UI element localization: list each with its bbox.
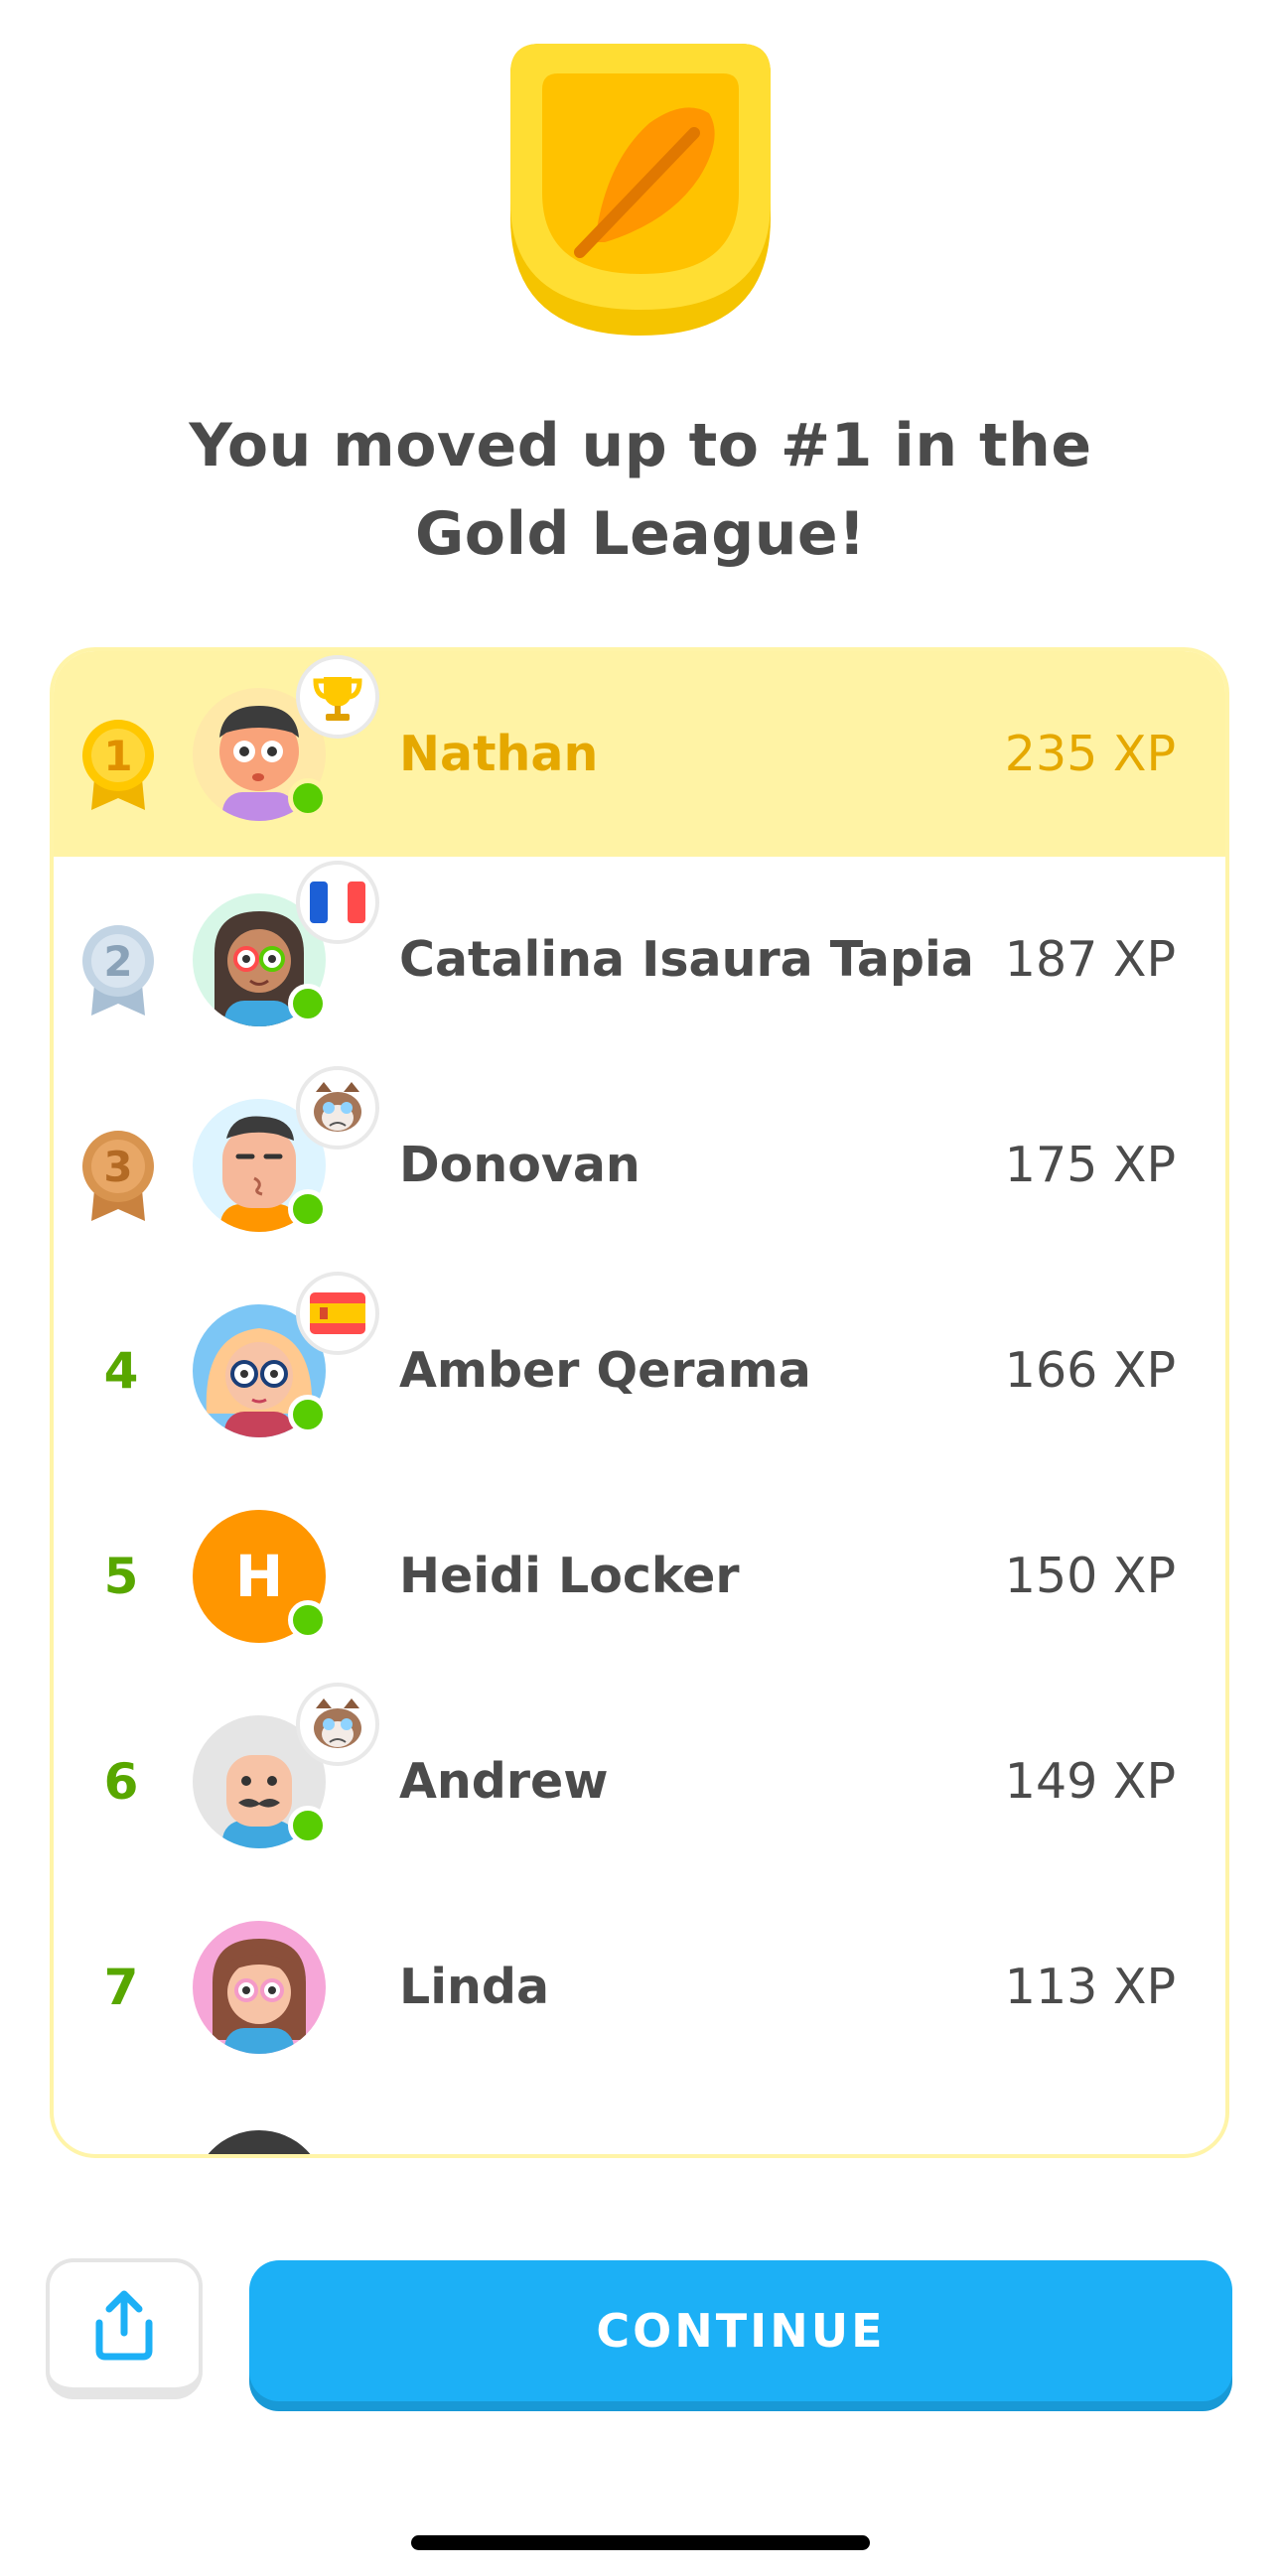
online-status-dot: [288, 1600, 328, 1640]
online-status-dot: [288, 778, 328, 818]
avatar: [193, 1921, 326, 2054]
leaderboard-row[interactable]: 7 Linda 113 XP: [54, 1884, 1225, 2090]
leaderboard-row[interactable]: 4 Amber Qerama 166 XP: [54, 1268, 1225, 1473]
user-xp: 175 XP: [1004, 1137, 1176, 1193]
spain-flag-icon: [296, 1272, 379, 1355]
user-name: Heidi Locker: [399, 1548, 740, 1604]
leaderboard-row[interactable]: 6 Andrew 149 XP: [54, 1679, 1225, 1884]
user-xp: 149 XP: [1004, 1753, 1176, 1810]
user-xp: 113 XP: [1004, 1959, 1176, 2015]
leaderboard-card: 1 Nathan 235 XP 2 Catalina Isaura Tapia …: [50, 647, 1229, 2158]
grumpy-cat-icon: [296, 1066, 379, 1150]
leaderboard-row[interactable]: 2 Catalina Isaura Tapia 187 XP: [54, 857, 1225, 1062]
headline-line-1: You moved up to #1 in the: [189, 411, 1092, 480]
avatar-initial: H: [234, 1543, 284, 1610]
gold-league-badge-icon: [510, 44, 771, 336]
online-status-dot: [288, 1189, 328, 1229]
rank-number: 4: [103, 1341, 139, 1400]
leaderboard-row[interactable]: 5 H Heidi Locker 150 XP: [54, 1473, 1225, 1679]
user-xp: 235 XP: [1004, 726, 1176, 782]
user-name: Donovan: [399, 1137, 640, 1193]
share-button[interactable]: [46, 2258, 203, 2399]
france-flag-icon: [296, 861, 379, 944]
share-icon: [95, 2290, 153, 2361]
user-xp: 187 XP: [1004, 931, 1176, 988]
trophy-icon: [296, 655, 379, 739]
rank-number: 6: [103, 1752, 139, 1811]
home-indicator: [411, 2535, 870, 2550]
avatar: [193, 2130, 326, 2154]
user-name: Catalina Isaura Tapia: [399, 931, 974, 988]
leaderboard-row[interactable]: 3 Donovan 175 XP: [54, 1062, 1225, 1268]
user-name: Amber Qerama: [399, 1342, 811, 1399]
rank-number: 7: [103, 1958, 139, 2016]
online-status-dot: [288, 1395, 328, 1434]
user-name: Andrew: [399, 1753, 609, 1810]
gold-medal-icon: 1: [82, 720, 154, 810]
rank-cell: 3: [54, 1062, 189, 1268]
grumpy-cat-icon: [296, 1683, 379, 1766]
leaderboard-row[interactable]: 1 Nathan 235 XP: [54, 651, 1225, 857]
medal-rank-label: 3: [103, 1143, 132, 1191]
bronze-medal-icon: 3: [82, 1131, 154, 1221]
rank-cell: 1: [54, 651, 189, 857]
continue-button[interactable]: CONTINUE: [249, 2260, 1232, 2401]
rank-number: 5: [103, 1547, 139, 1605]
rank-cell: 2: [54, 857, 189, 1062]
medal-rank-label: 2: [103, 937, 132, 986]
silver-medal-icon: 2: [82, 925, 154, 1016]
online-status-dot: [288, 1806, 328, 1845]
user-xp: 166 XP: [1004, 1342, 1176, 1399]
online-status-dot: [288, 984, 328, 1023]
user-name: Nathan: [399, 726, 599, 782]
headline-line-2: Gold League!: [414, 499, 866, 569]
page-title: You moved up to #1 in the Gold League!: [94, 402, 1187, 579]
user-name: Linda: [399, 1959, 550, 2015]
medal-rank-label: 1: [103, 732, 132, 780]
user-xp: 150 XP: [1004, 1548, 1176, 1604]
